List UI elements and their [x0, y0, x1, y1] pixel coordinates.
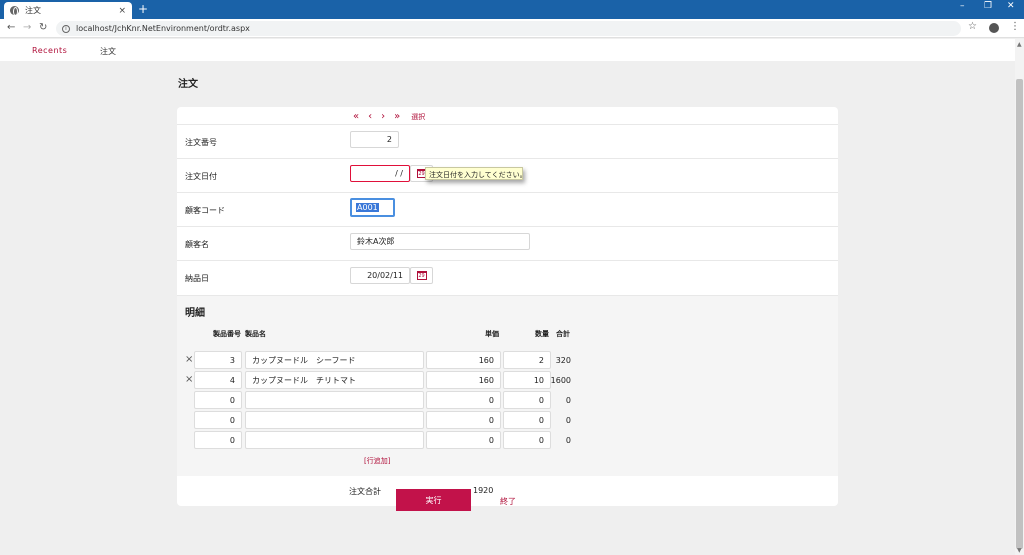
url-field[interactable]: i localhost/JchKnr.NetEnvironment/ordtr.…	[56, 21, 961, 36]
delivery-date-row: 納品日 20/02/11 29	[177, 260, 838, 294]
delivery-date-calendar-button[interactable]: 29	[410, 267, 433, 284]
minimize-icon[interactable]: –	[960, 1, 965, 11]
first-record-icon[interactable]: «	[353, 111, 359, 122]
col-total: 合計	[556, 330, 570, 338]
table-row: × 3 カップヌードル シーフード 160 2 320	[177, 351, 838, 370]
row-total: 1600	[550, 376, 571, 385]
next-record-icon[interactable]: ›	[381, 111, 385, 122]
profile-icon[interactable]	[989, 23, 999, 33]
scroll-up-icon[interactable]: ▲	[1017, 41, 1022, 48]
row-total: 0	[565, 416, 571, 425]
address-bar: ← → ↻ i localhost/JchKnr.NetEnvironment/…	[0, 19, 1024, 38]
reload-icon[interactable]: ↻	[39, 22, 47, 33]
table-row: 0 0 0 0	[177, 431, 838, 450]
end-link[interactable]: 終了	[500, 496, 516, 507]
product-no-input[interactable]: 0	[194, 391, 242, 409]
product-name-input[interactable]	[245, 391, 424, 409]
browser-tab[interactable]: 注文 ×	[4, 2, 132, 19]
nav-recents-link[interactable]: Recents	[32, 46, 67, 55]
customer-code-input[interactable]: A001	[350, 198, 395, 217]
product-name-input[interactable]	[245, 411, 424, 429]
calendar-icon: 29	[416, 271, 427, 280]
page-title: 注文	[178, 79, 198, 90]
product-name-input[interactable]: カップヌードル チリトマト	[245, 371, 424, 389]
close-tab-icon[interactable]: ×	[118, 6, 126, 16]
unit-price-input[interactable]: 160	[426, 351, 501, 369]
order-no-input[interactable]: 2	[350, 131, 399, 148]
more-menu-icon[interactable]: ⋮	[1010, 21, 1020, 32]
page-content: Recents 注文 注文 « ‹ › » 選択 注文番号 2 注文日付 / /…	[0, 39, 1015, 555]
order-total-value: 1920	[473, 486, 494, 495]
row-total: 0	[565, 396, 571, 405]
customer-code-value: A001	[356, 203, 379, 212]
customer-name-row: 顧客名 鈴木A次郎	[177, 226, 838, 260]
restore-icon[interactable]: ❐	[984, 1, 992, 11]
product-no-input[interactable]: 0	[194, 431, 242, 449]
tab-title: 注文	[25, 6, 41, 15]
bookmark-star-icon[interactable]: ☆	[968, 21, 977, 32]
forward-arrow-icon[interactable]: →	[23, 22, 31, 33]
delivery-date-label: 納品日	[185, 274, 209, 283]
col-product-name: 製品名	[245, 330, 266, 338]
row-total: 320	[555, 356, 571, 365]
validation-tooltip: 注文日付を入力してください。	[425, 167, 527, 180]
product-no-input[interactable]: 3	[194, 351, 242, 369]
app-navbar: Recents 注文	[0, 39, 1015, 61]
delete-row-icon[interactable]: ×	[185, 374, 193, 385]
customer-code-label: 顧客コード	[185, 206, 225, 215]
unit-price-input[interactable]: 0	[426, 391, 501, 409]
product-name-input[interactable]	[245, 431, 424, 449]
details-title: 明細	[185, 308, 205, 319]
order-no-row: 注文番号 2	[177, 124, 838, 158]
nav-order-link[interactable]: 注文	[100, 46, 116, 57]
col-qty: 数量	[535, 330, 549, 338]
row-total: 0	[565, 436, 571, 445]
info-icon[interactable]: i	[62, 24, 70, 33]
back-arrow-icon[interactable]: ←	[7, 22, 15, 33]
order-date-input[interactable]: / /	[350, 165, 410, 182]
product-no-input[interactable]: 0	[194, 411, 242, 429]
unit-price-input[interactable]: 0	[426, 431, 501, 449]
customer-name-label: 顧客名	[185, 240, 209, 249]
run-button[interactable]: 実行	[396, 489, 471, 511]
record-pager: « ‹ › » 選択	[353, 111, 434, 122]
product-name-input[interactable]: カップヌードル シーフード	[245, 351, 424, 369]
customer-code-row: 顧客コード A001	[177, 192, 838, 226]
url-text: localhost/JchKnr.NetEnvironment/ordtr.as…	[76, 24, 250, 33]
new-tab-icon[interactable]: +	[138, 2, 148, 16]
select-link[interactable]: 選択	[411, 112, 425, 122]
col-unit-price: 単価	[485, 330, 499, 338]
table-row: × 4 カップヌードル チリトマト 160 10 1600	[177, 371, 838, 390]
unit-price-input[interactable]: 0	[426, 411, 501, 429]
details-header: 明細	[177, 295, 838, 320]
order-total-label: 注文合計	[349, 487, 381, 496]
last-record-icon[interactable]: »	[394, 111, 400, 122]
prev-record-icon[interactable]: ‹	[368, 111, 372, 122]
add-row-link[interactable]: [行追加]	[364, 456, 390, 466]
product-no-input[interactable]: 4	[194, 371, 242, 389]
scrollbar-thumb[interactable]	[1016, 79, 1023, 549]
customer-name-input[interactable]: 鈴木A次郎	[350, 233, 530, 250]
unit-price-input[interactable]: 160	[426, 371, 501, 389]
page-scrollbar[interactable]: ▲ ▼	[1015, 39, 1024, 555]
globe-icon	[10, 6, 19, 16]
details-table: 製品番号 製品名 単価 数量 合計 × 3 カップヌードル シーフード 160 …	[177, 320, 838, 476]
delivery-date-input[interactable]: 20/02/11	[350, 267, 410, 284]
delete-row-icon[interactable]: ×	[185, 354, 193, 365]
scroll-down-icon[interactable]: ▼	[1017, 547, 1022, 554]
browser-tabstrip: 注文 × + – ❐ ✕	[0, 0, 1024, 19]
order-no-label: 注文番号	[185, 138, 217, 147]
window-close-icon[interactable]: ✕	[1007, 1, 1015, 11]
table-row: 0 0 0 0	[177, 391, 838, 410]
table-row: 0 0 0 0	[177, 411, 838, 430]
col-product-no: 製品番号	[213, 330, 241, 338]
order-date-label: 注文日付	[185, 172, 217, 181]
